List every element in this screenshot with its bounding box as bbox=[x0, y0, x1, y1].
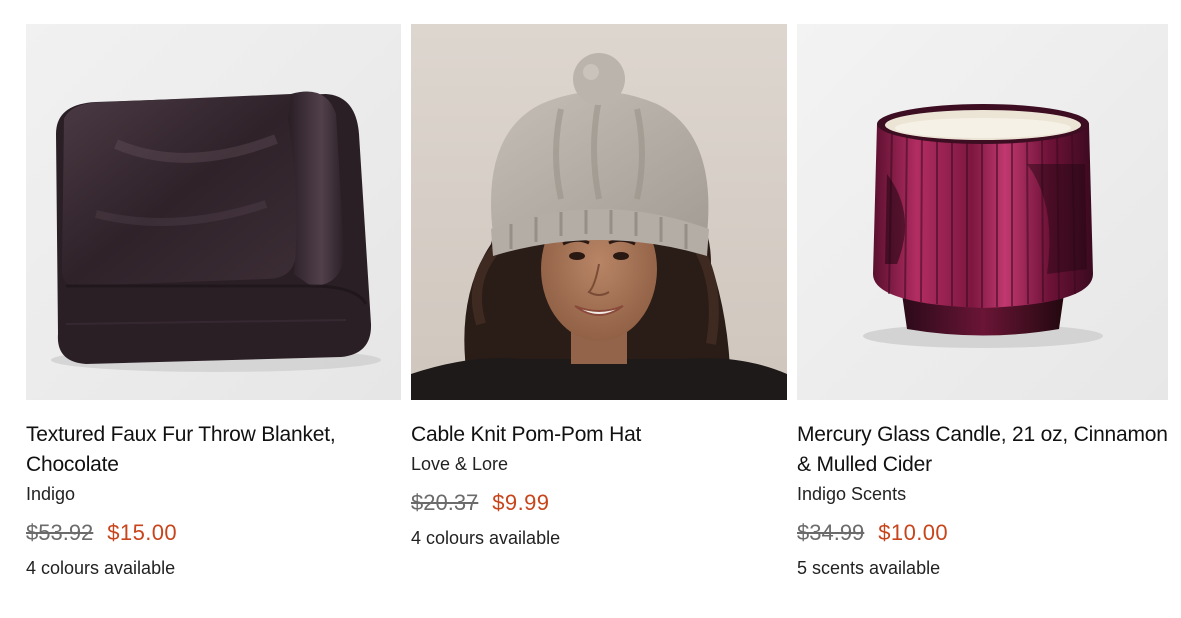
original-price: $34.99 bbox=[797, 520, 865, 545]
original-price: $53.92 bbox=[26, 520, 94, 545]
product-title[interactable]: Mercury Glass Candle, 21 oz, Cinnamon & … bbox=[797, 420, 1168, 480]
price-row: $34.99 $10.00 bbox=[797, 520, 1168, 546]
sale-price: $10.00 bbox=[878, 520, 948, 545]
variant-availability: 5 scents available bbox=[797, 558, 941, 578]
price-row: $20.37 $9.99 bbox=[411, 490, 787, 516]
variant-availability: 4 colours available bbox=[26, 558, 176, 578]
product-card: Mercury Glass Candle, 21 oz, Cinnamon & … bbox=[797, 24, 1168, 580]
original-price: $20.37 bbox=[411, 490, 479, 515]
sale-price: $15.00 bbox=[107, 520, 177, 545]
product-brand: Love & Lore bbox=[411, 454, 509, 474]
price-row: $53.92 $15.00 bbox=[26, 520, 401, 546]
product-brand: Indigo Scents bbox=[797, 484, 907, 504]
sale-price: $9.99 bbox=[492, 490, 550, 515]
product-image-blanket[interactable] bbox=[26, 24, 401, 400]
variant-availability: 4 colours available bbox=[411, 528, 561, 548]
product-image-hat[interactable] bbox=[411, 24, 787, 400]
product-grid: Textured Faux Fur Throw Blanket, Chocola… bbox=[0, 0, 1181, 618]
product-card: Cable Knit Pom-Pom Hat Love & Lore $20.3… bbox=[411, 24, 787, 550]
product-image-candle[interactable] bbox=[797, 24, 1168, 400]
product-title[interactable]: Cable Knit Pom-Pom Hat bbox=[411, 420, 787, 450]
product-brand: Indigo bbox=[26, 484, 76, 504]
product-card: Textured Faux Fur Throw Blanket, Chocola… bbox=[26, 24, 401, 580]
product-title[interactable]: Textured Faux Fur Throw Blanket, Chocola… bbox=[26, 420, 401, 480]
